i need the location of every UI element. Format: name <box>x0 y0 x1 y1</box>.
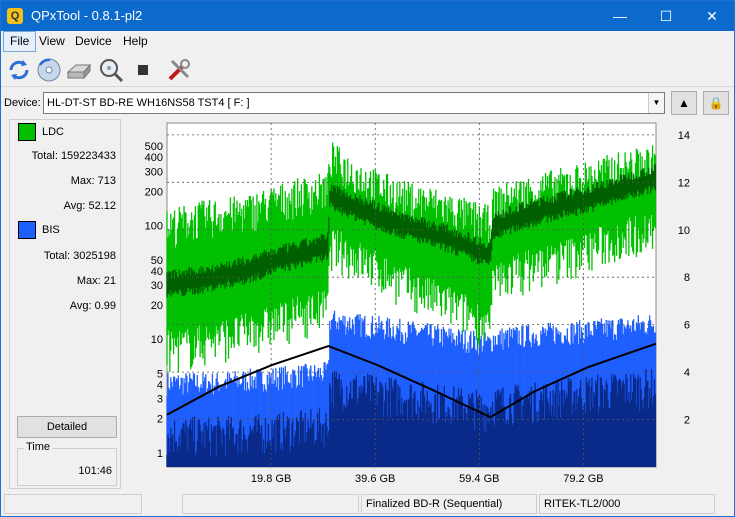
y-left-tick-label: 20 <box>151 300 163 312</box>
bis-label: BIS <box>42 224 60 236</box>
y-left-tick-label: 3 <box>157 394 163 406</box>
lock-button[interactable]: 🔒 <box>703 91 729 115</box>
chart-svg: 5004003002001005040302010543211412108642… <box>145 122 690 485</box>
x-tick-label: 19.8 GB <box>251 473 291 485</box>
y-right-tick-label: 2 <box>684 415 690 427</box>
refresh-icon[interactable] <box>5 56 33 84</box>
minimize-button[interactable]: — <box>597 1 643 31</box>
bis-avg: Avg: 0.99 <box>69 300 116 312</box>
x-tick-label: 59.4 GB <box>459 473 499 485</box>
status-media-id: RITEK-TL2/000 <box>539 494 715 514</box>
y-left-tick-label: 30 <box>151 280 163 292</box>
y-right-tick-label: 10 <box>678 225 690 237</box>
y-right-tick-label: 12 <box>678 177 690 189</box>
y-right-tick-label: 6 <box>684 320 690 332</box>
time-group: Time 101:46 <box>17 441 117 486</box>
eject-button[interactable]: ▲ <box>671 91 697 115</box>
ldc-swatch <box>18 123 36 141</box>
y-left-tick-label: 300 <box>145 166 163 178</box>
chevron-down-icon[interactable]: ▼ <box>648 93 664 113</box>
ldc-avg: Avg: 52.12 <box>63 200 116 212</box>
status-panel-2 <box>182 494 359 514</box>
ldc-total: Total: 159223433 <box>31 150 116 162</box>
bis-swatch <box>18 221 36 239</box>
disc-scan-icon[interactable] <box>35 56 63 84</box>
title-bar: Q QPxTool - 0.8.1-pl2 — ☐ ✕ <box>1 1 734 31</box>
detailed-button[interactable]: Detailed <box>17 416 117 438</box>
drive-info-icon[interactable] <box>65 56 93 84</box>
y-left-tick-label: 1 <box>157 448 163 460</box>
eject-icon: ▲ <box>678 96 690 110</box>
y-left-tick-label: 2 <box>157 414 163 426</box>
y-right-tick-label: 8 <box>684 272 690 284</box>
y-left-tick-label: 100 <box>145 221 163 233</box>
status-bar: Finalized BD-R (Sequential) RITEK-TL2/00… <box>1 492 734 516</box>
ldc-max: Max: 713 <box>70 175 116 187</box>
quality-chart: 500 400 300 200 100 50 40 30 20 10 5 4 3 2 1 14 12 10 8 6 4 2… <box>123 119 734 489</box>
y-left-tick-label: 4 <box>157 379 163 391</box>
bis-max: Max: 21 <box>76 275 116 287</box>
device-select-value: HL-DT-ST BD-RE WH16NS58 TST4 [ F: ] <box>47 97 250 109</box>
stop-icon[interactable] <box>129 56 157 84</box>
device-select[interactable]: HL-DT-ST BD-RE WH16NS58 TST4 [ F: ] ▼ <box>43 92 665 114</box>
y-left-tick-label: 40 <box>151 266 163 278</box>
menu-view[interactable]: View <box>33 31 71 52</box>
time-label: Time <box>24 441 53 453</box>
app-window: Q QPxTool - 0.8.1-pl2 — ☐ ✕ File View De… <box>0 0 735 517</box>
toolbar <box>1 53 734 87</box>
menu-file[interactable]: File <box>3 31 37 52</box>
device-row: Device: HL-DT-ST BD-RE WH16NS58 TST4 [ F… <box>1 89 734 117</box>
y-right-tick-label: 14 <box>678 130 690 142</box>
status-panel-1 <box>4 494 142 514</box>
y-left-tick-label: 200 <box>145 186 163 198</box>
lock-icon: 🔒 <box>708 96 724 110</box>
magnifier-disc-icon[interactable] <box>97 56 125 84</box>
menu-bar: File View Device Help <box>1 31 734 52</box>
x-tick-label: 79.2 GB <box>563 473 603 485</box>
legend-panel: LDC Total: 159223433 Max: 713 Avg: 52.12… <box>9 119 121 489</box>
menu-device[interactable]: Device <box>69 31 118 52</box>
ldc-label: LDC <box>42 126 65 138</box>
bis-total: Total: 3025198 <box>43 250 116 262</box>
time-value: 101:46 <box>78 465 112 477</box>
window-title: QPxTool - 0.8.1-pl2 <box>31 8 143 23</box>
y-right-tick-label: 4 <box>684 367 690 379</box>
close-button[interactable]: ✕ <box>689 1 735 31</box>
y-left-tick-label: 10 <box>151 334 163 346</box>
status-disc-type: Finalized BD-R (Sequential) <box>361 494 537 514</box>
menu-help[interactable]: Help <box>117 31 154 52</box>
maximize-button[interactable]: ☐ <box>643 1 689 31</box>
tools-icon[interactable] <box>165 56 193 84</box>
y-left-tick-label: 400 <box>145 152 163 164</box>
x-tick-label: 39.6 GB <box>355 473 395 485</box>
device-label: Device: <box>4 97 41 109</box>
app-icon: Q <box>7 8 23 24</box>
